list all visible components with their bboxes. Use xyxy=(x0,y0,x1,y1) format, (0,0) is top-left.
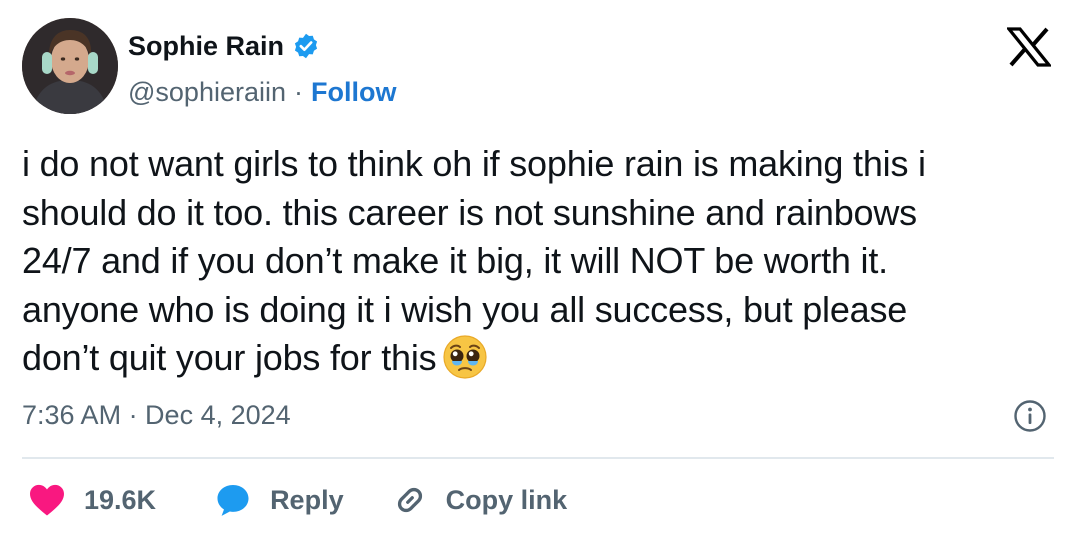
link-icon xyxy=(397,487,422,513)
tweet-timestamp[interactable]: 7:36 AM · Dec 4, 2024 xyxy=(22,397,291,433)
copy-link-label: Copy link xyxy=(445,484,568,515)
handle-row: @sophieraiin · Follow xyxy=(128,76,396,108)
heart-icon xyxy=(30,484,64,516)
follow-button[interactable]: Follow xyxy=(311,76,396,108)
action-bar: 19.6K Reply Copy link xyxy=(28,478,567,522)
speech-bubble-icon xyxy=(217,484,249,516)
pleading-face-emoji-icon xyxy=(442,334,488,380)
divider xyxy=(22,457,1054,459)
tweet-line: i do not want girls to think oh if sophi… xyxy=(22,143,926,184)
separator-dot: · xyxy=(294,77,303,107)
verified-badge-icon xyxy=(292,32,320,60)
like-count: 19.6K xyxy=(84,484,157,515)
reply-button[interactable]: Reply xyxy=(214,481,344,519)
x-logo-icon[interactable] xyxy=(1005,27,1053,67)
display-name[interactable]: Sophie Rain xyxy=(128,30,284,62)
tweet-line-last: don’t quit your jobs for this xyxy=(22,334,1032,383)
author-name-row: Sophie Rain xyxy=(128,30,320,62)
avatar[interactable] xyxy=(22,18,118,114)
user-handle[interactable]: @sophieraiin xyxy=(128,76,286,108)
tweet-text: i do not want girls to think oh if sophi… xyxy=(22,140,1032,383)
reply-label: Reply xyxy=(270,484,344,515)
tweet-line: 24/7 and if you don’t make it big, it wi… xyxy=(22,240,888,281)
tweet-line: should do it too. this career is not sun… xyxy=(22,191,917,233)
info-icon[interactable] xyxy=(1013,399,1047,433)
like-button[interactable]: 19.6K xyxy=(28,483,156,517)
copy-link-button[interactable]: Copy link xyxy=(392,482,568,518)
tweet-line: anyone who is doing it i wish you all su… xyxy=(22,288,908,330)
tweet-line: don’t quit your jobs for this xyxy=(22,337,437,378)
